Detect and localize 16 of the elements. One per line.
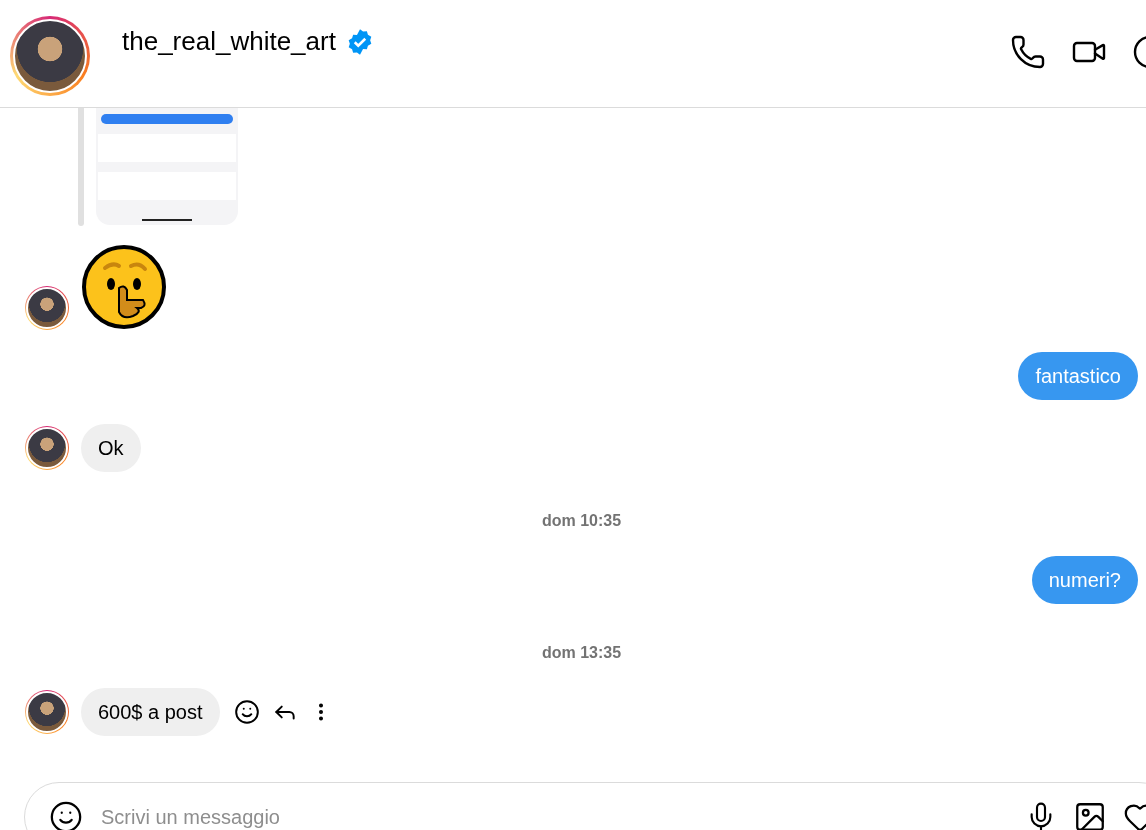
smiley-icon[interactable]: [49, 800, 83, 830]
timestamp: dom 13:35: [541, 644, 622, 662]
phone-icon[interactable]: [1010, 34, 1046, 70]
message-bubble: numeri?: [1031, 556, 1138, 604]
avatar[interactable]: [25, 286, 69, 330]
timestamp: dom 10:35: [541, 512, 622, 530]
message-bubble: fantastico: [1018, 352, 1138, 400]
avatar[interactable]: [25, 690, 69, 734]
image-icon[interactable]: [1073, 800, 1107, 830]
message-bubble: Ok: [81, 424, 141, 472]
screenshot-image[interactable]: [96, 108, 238, 225]
shushing-face-icon: [81, 244, 167, 330]
username[interactable]: the_real_white_art: [122, 26, 336, 57]
message-bubble: 600$ a post: [81, 688, 220, 736]
smiley-icon[interactable]: [233, 699, 260, 725]
avatar[interactable]: [25, 426, 69, 470]
